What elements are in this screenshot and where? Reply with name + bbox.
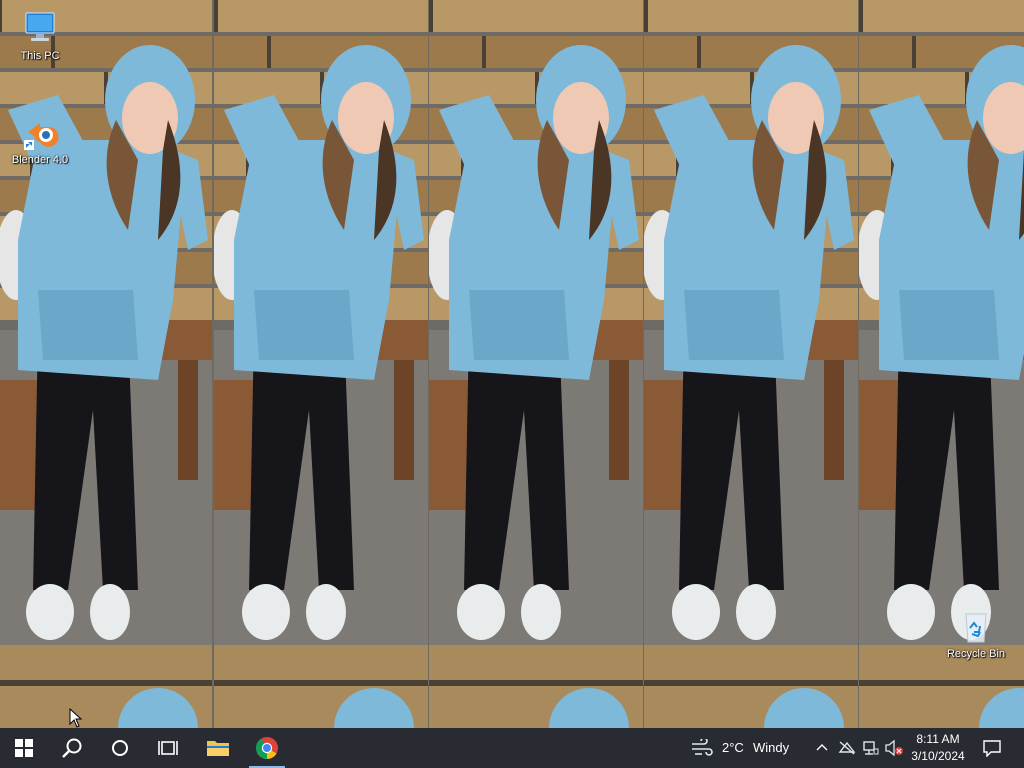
wind-icon[interactable] [690,739,714,757]
folder-icon [207,741,229,756]
network-drive-icon[interactable] [838,740,856,756]
clock-time: 8:11 AM [916,732,960,746]
chevron-up-icon[interactable] [816,742,828,752]
desktop-icon-recycle-bin[interactable]: Recycle Bin [938,606,1014,661]
desktop-icon-label: Blender 4.0 [11,154,69,166]
desktop-icon-blender[interactable]: Blender 4.0 [2,112,78,167]
windows-logo-icon [15,739,33,757]
clock-date: 3/10/2024 [911,749,965,763]
wallpaper-tile [644,0,858,728]
search-button[interactable] [48,728,96,768]
desktop-wallpaper [0,0,1024,728]
recycle-bin-icon [956,606,996,646]
system-clock[interactable]: 8:11 AM 3/10/2024 [900,731,976,765]
desktop-icon-this-pc[interactable]: This PC [2,8,78,63]
mouse-cursor-icon [69,708,83,728]
desktop-icon-label: Recycle Bin [946,648,1006,660]
wallpaper-tile [214,0,428,728]
network-icon[interactable] [862,740,880,756]
cortana-button[interactable] [96,728,144,768]
blender-icon [20,112,60,152]
task-view-icon [158,741,178,755]
this-pc-icon [20,8,60,48]
wallpaper-tile [0,0,212,728]
notification-center-icon[interactable] [982,739,1002,757]
weather-condition[interactable]: Windy [753,740,789,755]
file-explorer-button[interactable] [194,728,242,768]
start-button[interactable] [0,728,48,768]
chrome-icon [256,737,278,759]
taskbar: 2°C Windy 8:11 AM 3/10/2024 [0,728,1024,768]
task-view-button[interactable] [144,728,192,768]
chrome-button[interactable] [243,728,291,768]
desktop-icon-label: This PC [20,50,60,62]
wallpaper-tile [429,0,643,728]
cortana-circle-icon [112,740,128,756]
weather-temperature[interactable]: 2°C [722,740,744,755]
search-icon [62,738,82,758]
